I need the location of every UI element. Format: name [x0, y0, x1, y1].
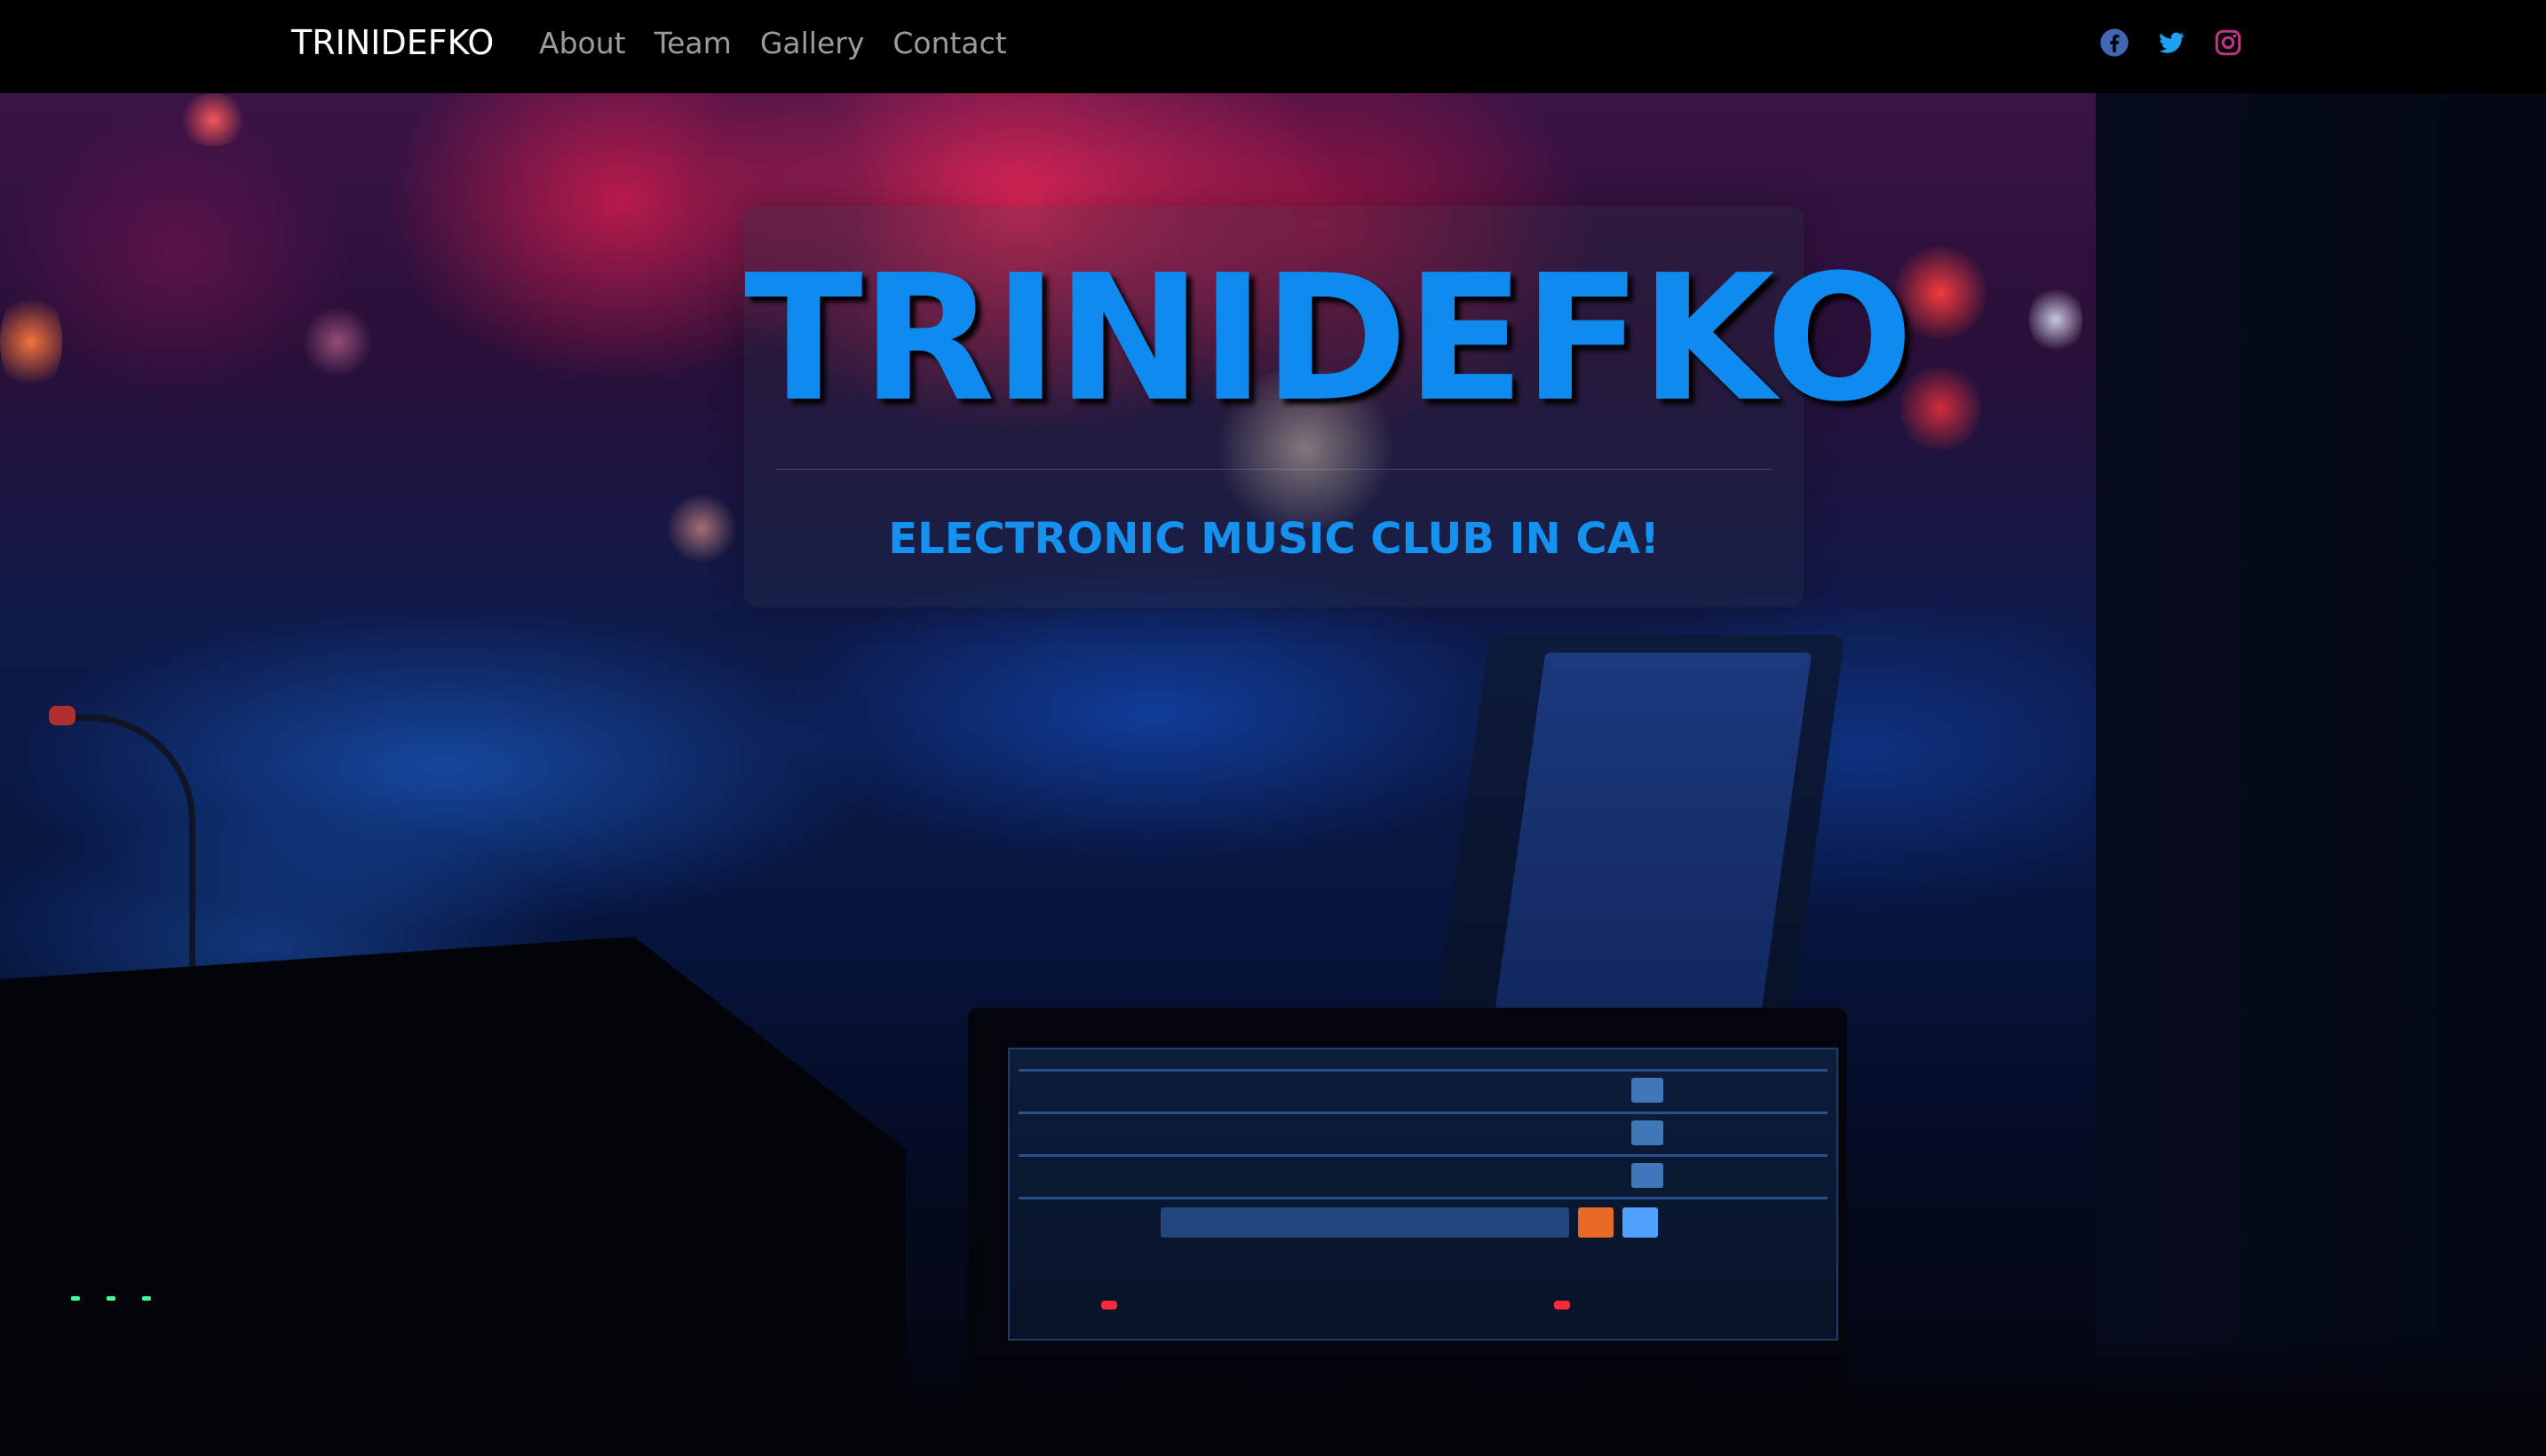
laptop-screen [1491, 653, 1812, 1034]
clip-thumbnail [1631, 1120, 1663, 1145]
daw-track-line [1019, 1197, 1828, 1199]
clip-thumbnail [1622, 1207, 1658, 1238]
nav-link-contact[interactable]: Contact [892, 23, 1006, 64]
daw-track-line [1019, 1112, 1828, 1114]
clip-thumbnail [1631, 1078, 1663, 1103]
hero-panel: TRINIDEFKO ELECTRONIC MUSIC CLUB IN CA! [744, 206, 1914, 607]
spotlight [302, 306, 373, 377]
spotlight [2029, 284, 2082, 355]
page: TRINIDEFKO About Team Gallery Contact TR… [0, 0, 2546, 1456]
clip-strip [1161, 1207, 1569, 1238]
instagram-icon[interactable] [2213, 28, 2243, 58]
clip-thumbnail [1578, 1207, 1614, 1238]
indicator-light [1554, 1301, 1570, 1310]
facebook-icon[interactable] [2099, 28, 2130, 58]
daw-track-line [1019, 1069, 1828, 1072]
navbar: TRINIDEFKO About Team Gallery Contact [0, 0, 2546, 93]
spotlight [178, 93, 249, 146]
nav-links: About Team Gallery Contact [539, 23, 1007, 64]
daw-track-line [1019, 1154, 1828, 1157]
nav-link-about[interactable]: About [539, 23, 626, 64]
nav-link-team[interactable]: Team [654, 23, 732, 64]
social-links [2099, 28, 2243, 58]
indicator-light [71, 1296, 80, 1301]
spotlight [1900, 360, 1980, 457]
daw-screen [1008, 1048, 1838, 1341]
spotlight [0, 289, 62, 395]
brand-link[interactable]: TRINIDEFKO [291, 20, 494, 66]
twitter-icon[interactable] [2156, 28, 2186, 58]
hero-title: TRINIDEFKO [744, 238, 1914, 440]
dark-pillar [2096, 93, 2546, 1456]
foreground-shadow [0, 1336, 2546, 1456]
hero-subtitle: ELECTRONIC MUSIC CLUB IN CA! [888, 514, 1660, 564]
indicator-light [1101, 1301, 1117, 1310]
clip-thumbnail [1631, 1163, 1663, 1188]
microphone-icon [49, 706, 75, 725]
nav-link-gallery[interactable]: Gallery [760, 23, 865, 64]
spotlight [666, 493, 737, 564]
divider [775, 469, 1773, 470]
indicator-light [107, 1296, 115, 1301]
indicator-light [142, 1296, 151, 1301]
